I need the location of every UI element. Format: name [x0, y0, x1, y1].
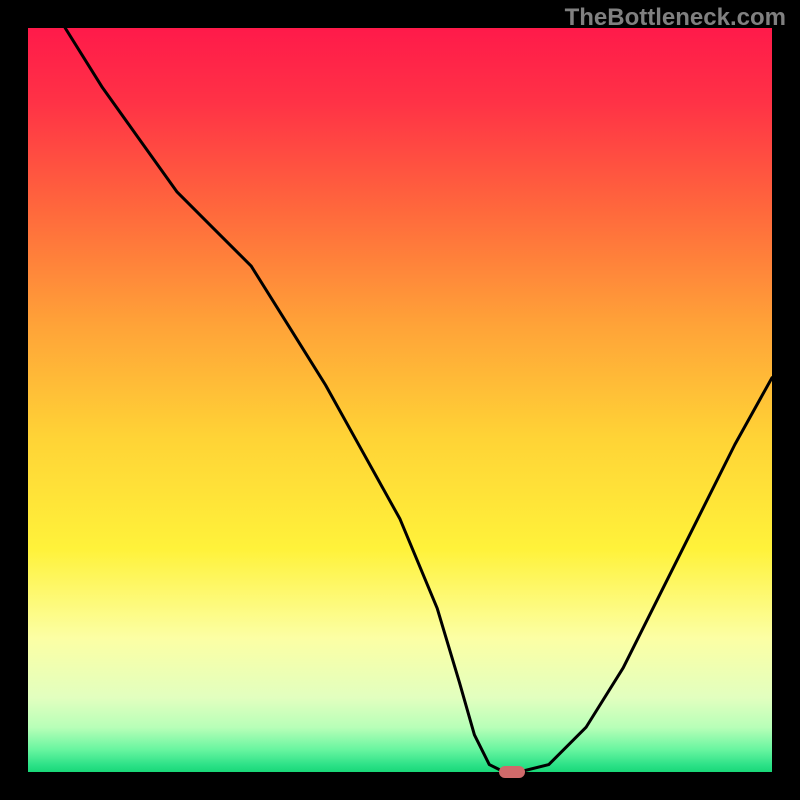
bottleneck-chart — [28, 28, 772, 772]
optimal-point-marker — [499, 766, 525, 778]
watermark-text: TheBottleneck.com — [565, 4, 786, 32]
bottleneck-curve — [28, 28, 772, 772]
